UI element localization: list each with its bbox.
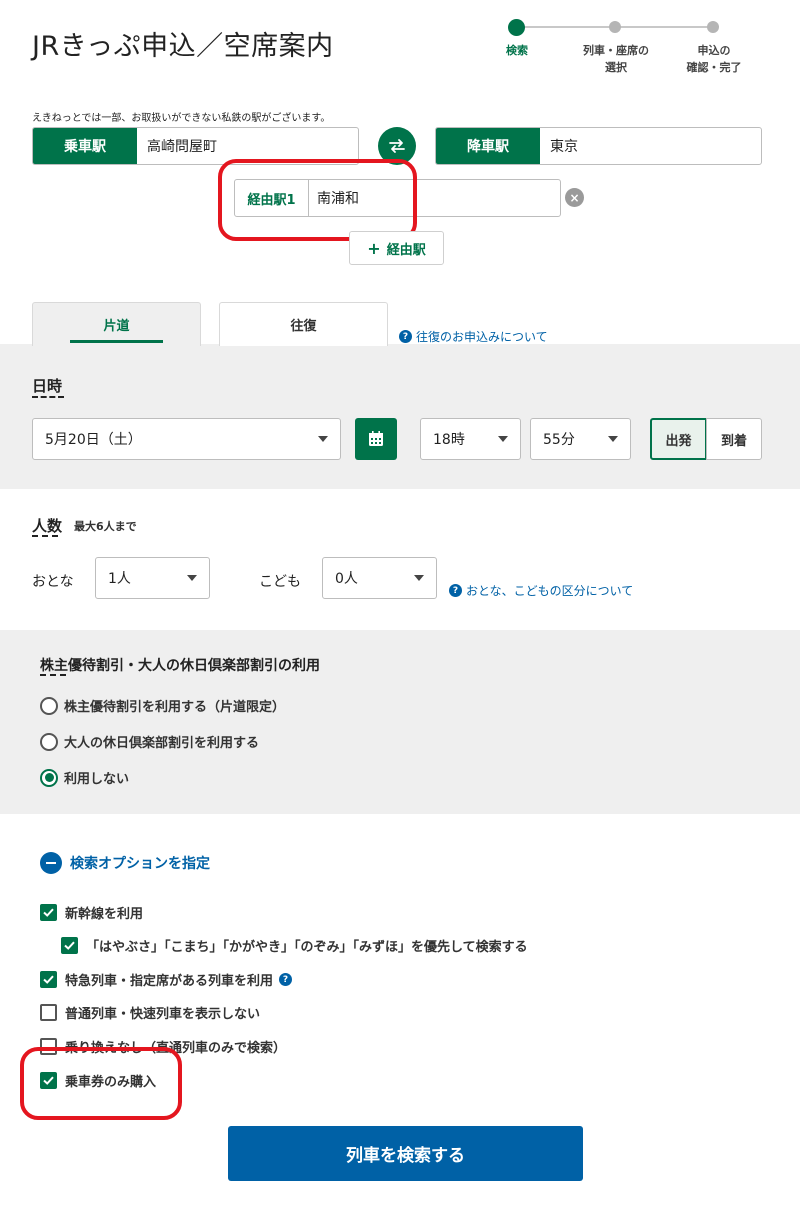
minus-circle-icon xyxy=(40,852,62,874)
tab-round-trip-label: 往復 xyxy=(290,319,317,334)
discount-title-underline xyxy=(40,674,66,676)
calendar-button[interactable] xyxy=(355,418,397,460)
annotation-highlight-via xyxy=(218,159,417,241)
child-count-select[interactable]: 0人 xyxy=(322,557,437,599)
step-label-select-line2: 選択 xyxy=(605,61,627,74)
passengers-title-underline xyxy=(32,535,58,537)
adult-count-select[interactable]: 1人 xyxy=(95,557,210,599)
tab-one-way-label: 片道 xyxy=(103,319,130,334)
discount-option-label: 大人の休日倶楽部割引を利用する xyxy=(64,736,260,751)
depart-toggle[interactable]: 出発 xyxy=(650,418,707,460)
hour-select[interactable]: 18時 xyxy=(420,418,521,460)
plus-icon: + xyxy=(367,238,381,258)
adult-count-value: 1人 xyxy=(108,571,131,587)
option-label: 「はやぶさ」「こまち」「かがやき」「のぞみ」「みずほ」を優先して検索する xyxy=(86,940,528,955)
checkbox[interactable] xyxy=(40,1004,57,1021)
tab-active-indicator xyxy=(70,340,163,343)
datetime-title: 日時 xyxy=(32,377,63,395)
clear-via-icon[interactable]: × xyxy=(565,188,584,207)
step-label-confirm: 申込の 確認・完了 xyxy=(666,42,762,76)
datetime-title-underline xyxy=(32,396,64,398)
checkbox-checked[interactable] xyxy=(40,904,57,921)
round-trip-help-text: 往復のお申込みについて xyxy=(416,330,548,344)
datetime-section xyxy=(0,344,800,489)
checkbox-checked[interactable] xyxy=(40,971,57,988)
arrive-label: 到着 xyxy=(720,433,747,449)
depart-label: 出発 xyxy=(665,433,692,449)
step-label-select: 列車・座席の 選択 xyxy=(568,42,664,76)
to-station-label: 降車駅 xyxy=(436,128,540,164)
from-station-label: 乗車駅 xyxy=(33,128,137,164)
step-label-select-line1: 列車・座席の xyxy=(583,44,649,57)
chevron-down-icon xyxy=(414,575,424,581)
radio-button-selected[interactable] xyxy=(40,768,58,787)
option-label: 特急列車・指定席がある列車を利用 xyxy=(65,974,274,989)
option-limited-express[interactable]: 特急列車・指定席がある列車を利用 ? xyxy=(40,970,293,989)
passengers-title: 人数 xyxy=(32,517,63,535)
discount-title: 株主優待割引・大人の休日倶楽部割引の利用 xyxy=(40,658,320,674)
discount-option-shareholder[interactable]: 株主優待割引を利用する（片道限定） xyxy=(40,696,285,715)
checkmark-icon xyxy=(64,941,75,950)
step-dot-confirm xyxy=(707,21,719,33)
passenger-category-help-text: おとな、こどもの区分について xyxy=(466,584,634,598)
to-station-input[interactable]: 東京 xyxy=(540,128,761,164)
station-notice: えきねっとでは一部、お取扱いができない私鉄の駅がございます。 xyxy=(32,113,331,124)
discount-option-label: 利用しない xyxy=(64,772,130,787)
annotation-highlight-ticket-only xyxy=(20,1047,182,1120)
question-icon: ? xyxy=(399,330,412,343)
option-shinkansen[interactable]: 新幹線を利用 xyxy=(40,903,143,922)
question-icon[interactable]: ? xyxy=(279,973,293,986)
page-title: JRきっぷ申込／空席案内 xyxy=(32,31,334,62)
date-select[interactable]: 5月20日（土） xyxy=(32,418,341,460)
arrive-toggle[interactable]: 到着 xyxy=(706,418,762,460)
passenger-category-help-link[interactable]: ? おとな、こどもの区分について xyxy=(449,582,633,599)
option-hide-local[interactable]: 普通列車・快速列車を表示しない xyxy=(40,1003,260,1022)
chevron-down-icon xyxy=(318,436,328,442)
question-icon: ? xyxy=(449,584,462,597)
discount-option-otona-club[interactable]: 大人の休日倶楽部割引を利用する xyxy=(40,732,259,751)
chevron-down-icon xyxy=(187,575,197,581)
step-dot-select xyxy=(609,21,621,33)
to-station-field[interactable]: 降車駅 東京 xyxy=(435,127,762,165)
step-dot-search xyxy=(508,19,525,36)
radio-button[interactable] xyxy=(40,732,58,751)
passengers-note: 最大6人まで xyxy=(74,520,137,533)
adult-label: おとな xyxy=(32,574,74,590)
date-select-value: 5月20日（土） xyxy=(45,432,142,448)
minute-select[interactable]: 55分 xyxy=(530,418,631,460)
tab-round-trip[interactable]: 往復 xyxy=(219,302,388,346)
add-via-label: 経由駅 xyxy=(386,242,426,258)
search-options-toggle-label: 検索オプションを指定 xyxy=(70,856,210,872)
discount-option-label: 株主優待割引を利用する（片道限定） xyxy=(64,700,286,715)
option-label: 普通列車・快速列車を表示しない xyxy=(65,1007,261,1022)
child-label: こども xyxy=(259,574,301,590)
calendar-icon xyxy=(369,431,383,446)
step-label-confirm-line2: 確認・完了 xyxy=(686,61,742,74)
minute-select-value: 55分 xyxy=(543,432,575,448)
step-label-confirm-line1: 申込の xyxy=(697,44,731,57)
checkbox-checked[interactable] xyxy=(61,937,78,954)
round-trip-help-link[interactable]: ? 往復のお申込みについて xyxy=(399,328,548,345)
hour-select-value: 18時 xyxy=(433,432,465,448)
option-label: 新幹線を利用 xyxy=(65,907,144,922)
swap-arrows-icon xyxy=(389,139,405,153)
discount-option-none[interactable]: 利用しない xyxy=(40,768,129,787)
step-label-search: 検索 xyxy=(506,44,528,57)
option-prioritize-trains[interactable]: 「はやぶさ」「こまち」「かがやき」「のぞみ」「みずほ」を優先して検索する xyxy=(61,936,528,955)
radio-button[interactable] xyxy=(40,696,58,715)
add-via-station-button[interactable]: + 経由駅 xyxy=(349,231,444,265)
child-count-value: 0人 xyxy=(335,571,358,587)
chevron-down-icon xyxy=(608,436,618,442)
checkmark-icon xyxy=(43,975,54,984)
search-options-toggle[interactable]: 検索オプションを指定 xyxy=(40,852,210,874)
checkmark-icon xyxy=(43,908,54,917)
chevron-down-icon xyxy=(498,436,508,442)
search-trains-button[interactable]: 列車を検索する xyxy=(228,1126,583,1181)
